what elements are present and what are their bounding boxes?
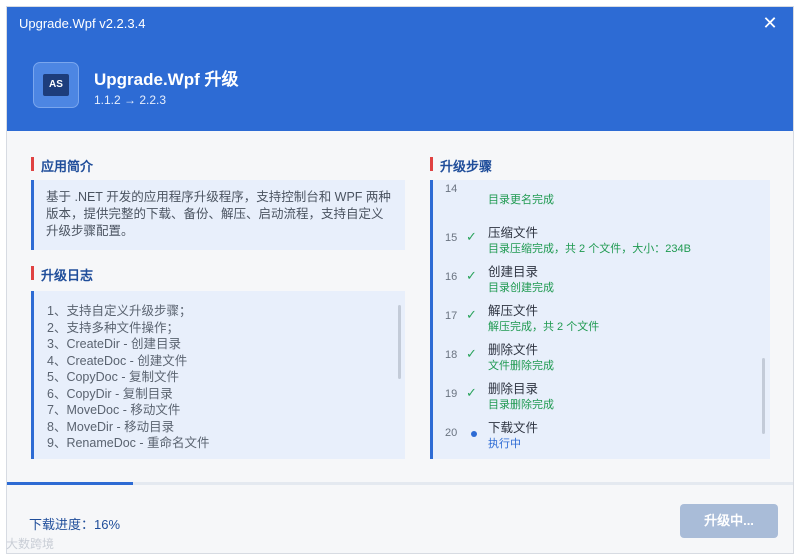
step-name: 删除文件 [488,343,539,357]
log-item: 8、MoveDir - 移动目录 [47,419,175,434]
step-row: 15 ✓ 压缩文件 目录压缩完成，共 2 个文件，大小：234B [433,219,770,258]
step-number: 17 [445,310,458,322]
step-name: 创建目录 [488,265,539,279]
close-icon[interactable]: ✕ [761,14,779,32]
log-item: 6、CopyDir - 复制目录 [47,386,173,401]
step-status-text: 目录创建完成 [488,282,554,294]
title-bar: Upgrade.Wpf v2.2.3.4 ✕ [7,7,793,39]
steps-section-title: 升级步骤 [430,156,492,175]
log-item: 9、RenameDoc - 重命名文件 [47,436,210,450]
log-item: 5、CopyDoc - 复制文件 [47,370,179,384]
log-item: 3、CreateDir - 创建目录 [47,337,182,351]
step-number: 18 [445,349,458,361]
log-item: 2、支持多种文件操作； [47,320,179,335]
progress-track [7,482,793,485]
app-logo: AS [33,62,79,108]
step-number: 20 [445,427,458,439]
app-window: Upgrade.Wpf v2.2.3.4 ✕ AS Upgrade.Wpf 升级… [6,6,794,554]
step-name: 解压文件 [488,304,539,318]
step-row: 16 ✓ 创建目录 目录创建完成 [433,258,770,297]
step-row: 18 ✓ 删除文件 文件删除完成 [433,336,770,375]
log-item: 4、CreateDoc - 创建文件 [47,353,188,368]
check-icon: ✓ [466,346,477,361]
running-dot-icon [471,431,477,437]
step-number: 15 [445,232,458,244]
upgrade-log-list[interactable]: 1、支持自定义升级步骤； 2、支持多种文件操作； 3、CreateDir - 创… [31,291,405,459]
step-status-text: 文件删除完成 [488,360,554,372]
watermark: 大数跨境 [6,537,55,551]
log-section-title: 升级日志 [31,265,93,284]
step-number: 16 [445,271,458,283]
check-icon: ✓ [466,385,477,400]
log-item: 7、MoveDoc - 移动文件 [47,403,181,417]
version-line: 1.1.2 → 2.2.3 [94,93,167,107]
check-icon: ✓ [466,229,477,244]
step-status-text: 目录压缩完成，共 2 个文件，大小：234B [488,243,691,255]
intro-text: 基于 .NET 开发的应用程序升级程序，支持控制台和 WPF 两种版本，提供完整… [31,180,405,250]
step-row: 14 目录更名完成 [433,180,770,209]
step-status-text: 执行中 [488,438,521,450]
check-icon: ✓ [466,307,477,322]
step-row: 19 ✓ 删除目录 目录删除完成 [433,375,770,414]
step-row: 17 ✓ 解压文件 解压完成，共 2 个文件 [433,297,770,336]
app-header: AS Upgrade.Wpf 升级 1.1.2 → 2.2.3 [7,39,793,131]
intro-section-title: 应用简介 [31,156,93,175]
step-status-text: 目录更名完成 [488,194,554,206]
step-name: 压缩文件 [488,226,539,240]
logo-icon: AS [43,74,69,96]
step-name: 删除目录 [488,382,539,396]
upgrade-steps-list[interactable]: 14 目录更名完成 15 ✓ 压缩文件 目录压缩完成，共 2 个文件，大小：23… [430,180,770,459]
step-row: 20 下载文件 执行中 [433,414,770,453]
steps-scrollbar[interactable] [762,358,765,434]
step-status-text: 解压完成，共 2 个文件 [488,321,600,333]
progress-bar-fill [7,482,133,485]
window-title: Upgrade.Wpf v2.2.3.4 [19,16,146,31]
step-number: 19 [445,388,458,400]
log-item: 1、支持自定义升级步骤； [47,304,192,318]
check-icon: ✓ [466,268,477,283]
app-name: Upgrade.Wpf 升级 [94,70,239,89]
step-number: 14 [445,183,458,195]
step-status-text: 目录删除完成 [488,399,554,411]
step-name: 下载文件 [488,421,539,435]
log-scrollbar[interactable] [398,305,401,379]
progress-label: 下载进度：16% [29,517,121,532]
upgrade-button[interactable]: 升级中... [680,504,778,538]
